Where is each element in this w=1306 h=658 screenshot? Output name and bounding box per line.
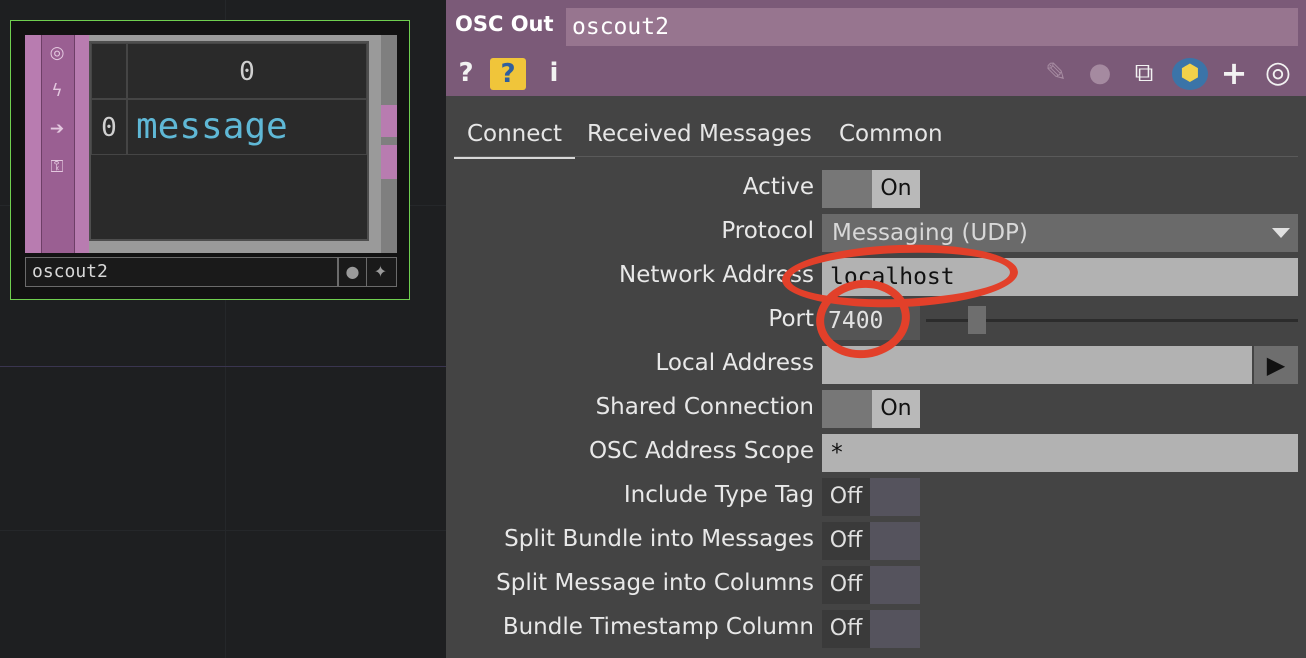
param-label-split-bundle: Split Bundle into Messages — [504, 526, 814, 552]
toggle-value: On — [872, 170, 920, 208]
param-label-bundle-timestamp: Bundle Timestamp Column — [502, 614, 814, 640]
port-field[interactable]: 7400 — [822, 302, 920, 340]
table-message-cell: message — [127, 99, 367, 155]
toggle-value: Off — [822, 610, 870, 648]
grid-line — [0, 530, 446, 531]
param-label-protocol: Protocol — [721, 218, 814, 244]
protocol-value: Messaging (UDP) — [832, 220, 1028, 246]
help-icon[interactable]: ? — [454, 56, 478, 90]
node-flag-column — [41, 35, 75, 253]
star-icon[interactable]: ✦ — [366, 258, 394, 286]
info-icon[interactable]: i — [542, 56, 566, 90]
param-label-port: Port — [768, 306, 814, 332]
shared-connection-toggle[interactable]: On — [822, 390, 920, 428]
local-address-field[interactable] — [822, 346, 1252, 384]
tab-connect[interactable]: Connect — [454, 112, 575, 159]
python-help-icon[interactable]: ? — [490, 58, 526, 90]
dat-table: 0 0 message — [89, 41, 369, 241]
add-icon[interactable]: + — [1218, 56, 1250, 90]
param-label-split-message: Split Message into Columns — [496, 570, 814, 596]
param-label-osc-address-scope: OSC Address Scope — [588, 438, 814, 464]
toggle-value: On — [872, 390, 920, 428]
toggle-value: Off — [822, 566, 870, 604]
param-label-network-address: Network Address — [619, 262, 814, 288]
port-slider-handle[interactable] — [968, 306, 986, 334]
chevron-down-icon — [1272, 228, 1290, 238]
node-output-connector[interactable] — [381, 145, 397, 179]
bundle-timestamp-toggle[interactable]: Off — [822, 610, 920, 648]
table-row-index: 0 — [91, 99, 127, 155]
tab-received-messages[interactable]: Received Messages — [587, 112, 812, 156]
operator-type: OSC Out — [455, 12, 554, 36]
arrow-right-icon[interactable]: ➔ — [47, 119, 67, 139]
node-viewer: ◎ ϟ ➔ ⚿ 0 0 message — [25, 35, 397, 253]
clone-icon[interactable]: ⧉ — [1126, 56, 1162, 90]
oscout-node[interactable]: ◎ ϟ ➔ ⚿ 0 0 message oscout2 ● ✦ — [10, 20, 410, 300]
lock-icon[interactable]: ⚿ — [47, 157, 67, 177]
active-toggle[interactable]: On — [822, 170, 920, 208]
split-bundle-toggle[interactable]: Off — [822, 522, 920, 560]
param-label-active: Active — [742, 174, 814, 200]
node-name-label[interactable]: oscout2 — [26, 258, 338, 286]
play-icon[interactable]: ▶ — [1254, 346, 1298, 384]
operator-name-field[interactable]: oscout2 — [566, 8, 1298, 46]
node-output-strip — [381, 35, 397, 253]
panel-header: OSC Out oscout2 ? ? i ✎ ● ⧉ ⬢ + ◎ — [446, 0, 1306, 96]
param-label-local-address: Local Address — [655, 350, 814, 376]
param-label-include-type-tag: Include Type Tag — [623, 482, 814, 508]
toggle-knob — [870, 522, 920, 560]
toggle-value: Off — [822, 478, 870, 516]
toggle-knob — [822, 390, 872, 428]
toggle-knob — [870, 478, 920, 516]
toggle-knob — [870, 566, 920, 604]
viewer-active-icon[interactable]: ● — [338, 258, 366, 286]
network-editor[interactable]: ◎ ϟ ➔ ⚿ 0 0 message oscout2 ● ✦ — [0, 0, 446, 658]
viewer-icon[interactable]: ◎ — [1260, 56, 1296, 90]
network-address-field[interactable]: localhost — [822, 258, 1298, 296]
bolt-icon[interactable]: ϟ — [47, 81, 67, 101]
toggle-knob — [822, 170, 872, 208]
connection-wire — [0, 366, 446, 367]
node-input-strip: ◎ ϟ ➔ ⚿ — [25, 35, 89, 253]
table-header-cell: 0 — [127, 43, 367, 99]
tab-divider — [454, 156, 1298, 157]
tab-common[interactable]: Common — [839, 112, 943, 156]
table-corner-cell — [91, 43, 127, 99]
node-footer: oscout2 ● ✦ — [25, 257, 397, 287]
osc-address-scope-field[interactable]: * — [822, 434, 1298, 472]
parameter-tabs: Connect Received Messages Common — [454, 112, 1298, 159]
node-output-connector[interactable] — [381, 105, 397, 137]
target-icon[interactable]: ◎ — [47, 43, 67, 63]
include-type-tag-toggle[interactable]: Off — [822, 478, 920, 516]
protocol-dropdown[interactable]: Messaging (UDP) — [822, 214, 1298, 252]
toggle-knob — [870, 610, 920, 648]
toggle-value: Off — [822, 522, 870, 560]
python-icon[interactable]: ⬢ — [1172, 58, 1208, 90]
comment-icon[interactable]: ● — [1082, 56, 1118, 90]
edit-icon[interactable]: ✎ — [1040, 56, 1072, 90]
split-message-toggle[interactable]: Off — [822, 566, 920, 604]
parameter-panel: OSC Out oscout2 ? ? i ✎ ● ⧉ ⬢ + ◎ Connec… — [446, 0, 1306, 658]
param-label-shared-connection: Shared Connection — [595, 394, 814, 420]
